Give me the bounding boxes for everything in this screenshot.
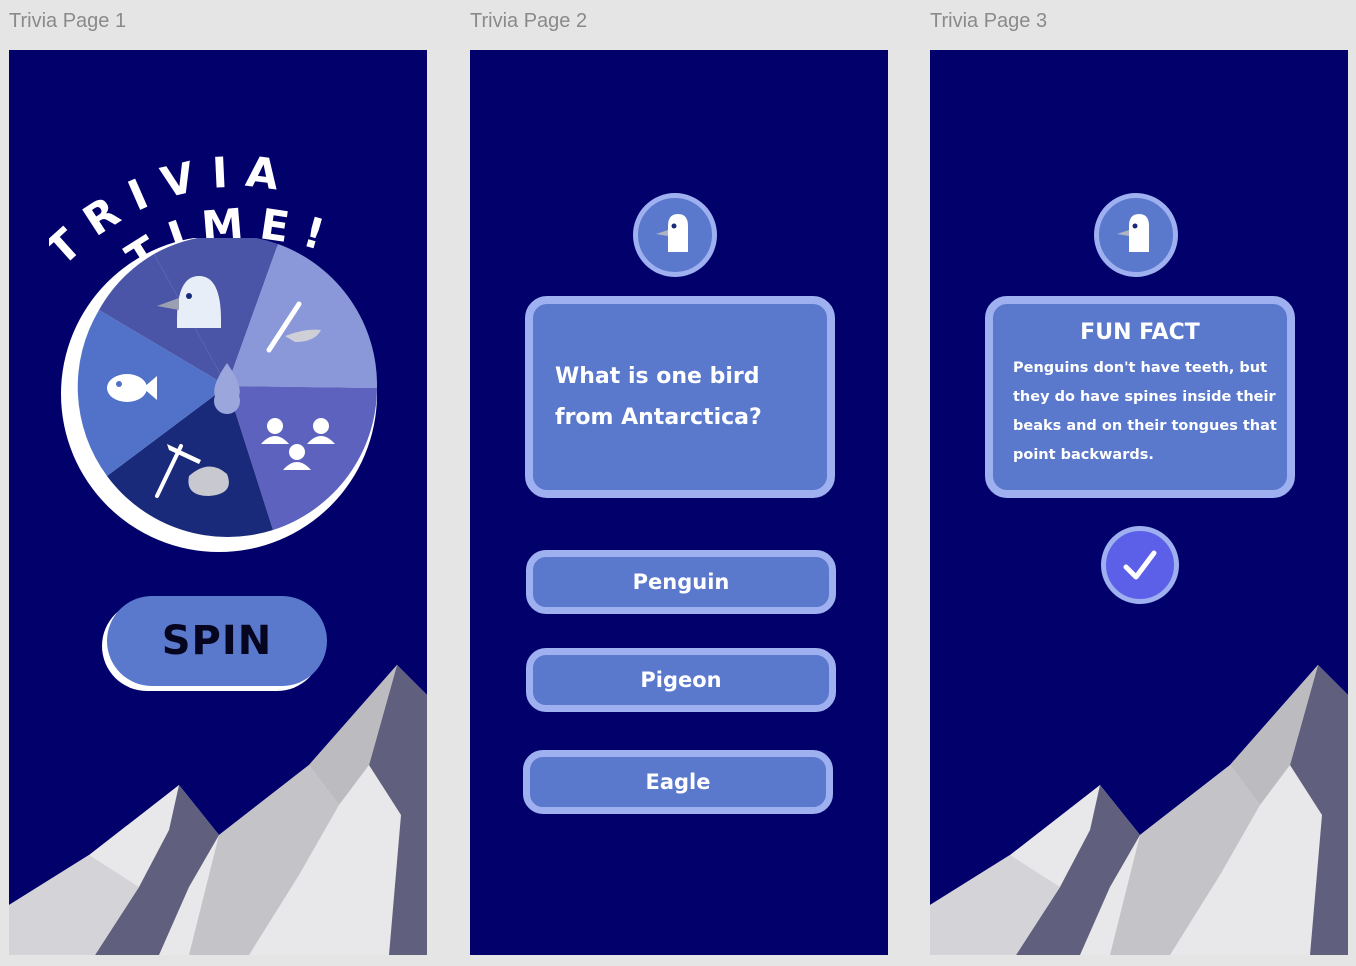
frame-label-page-3: Trivia Page 3 <box>930 10 1048 32</box>
fun-fact-card: FUN FACT Penguins don't have teeth, but … <box>985 296 1295 498</box>
penguin-avatar <box>1094 193 1178 277</box>
question-card: What is one bird from Antarctica? <box>525 296 835 498</box>
trivia-page-1: TRIVIA TIME! <box>9 50 427 955</box>
trivia-page-3: FUN FACT Penguins don't have teeth, but … <box>930 50 1348 955</box>
penguin-icon <box>1117 214 1149 252</box>
frame-label-page-1: Trivia Page 1 <box>9 10 127 32</box>
fun-fact-text: Penguins don't have teeth, but they do h… <box>1013 360 1277 463</box>
penguin-icon <box>656 214 688 252</box>
continue-button[interactable] <box>1101 526 1179 604</box>
mountain-illustration <box>930 665 1348 955</box>
answer-button-eagle[interactable]: Eagle <box>523 750 833 814</box>
trivia-page-2: What is one bird from Antarctica? Pengui… <box>470 50 888 955</box>
mountain-illustration <box>9 665 427 955</box>
checkmark-icon <box>1123 550 1157 580</box>
trivia-wheel[interactable] <box>59 238 379 558</box>
question-text: What is one bird from Antarctica? <box>555 364 762 430</box>
fun-fact-title: FUN FACT <box>1080 320 1200 345</box>
answer-button-penguin[interactable]: Penguin <box>526 550 836 614</box>
penguin-avatar <box>633 193 717 277</box>
frame-label-page-2: Trivia Page 2 <box>470 10 588 32</box>
answer-button-pigeon[interactable]: Pigeon <box>526 648 836 712</box>
